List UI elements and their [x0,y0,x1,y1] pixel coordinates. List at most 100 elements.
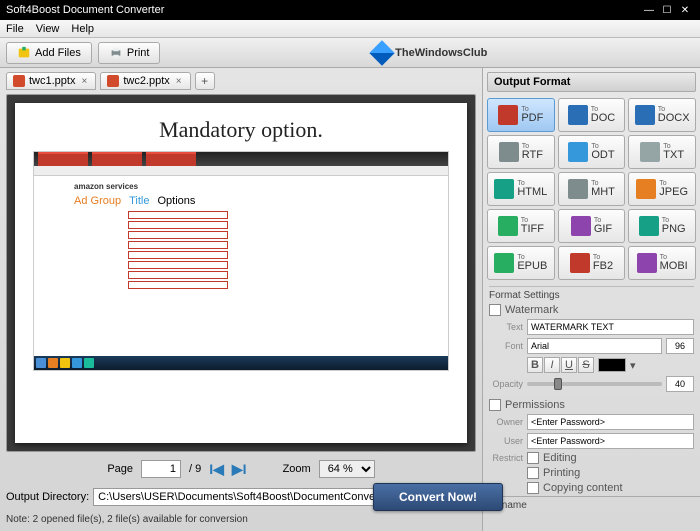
format-icon [637,253,657,273]
printing-label: Printing [543,467,580,479]
last-page-button[interactable]: ▶I [232,461,247,478]
restrict-label: Restrict [489,453,523,463]
zoom-select[interactable]: 64 % [319,460,375,478]
watermark-checkbox[interactable] [489,304,501,316]
print-icon [109,46,123,60]
format-jpeg-button[interactable]: ToJPEG [628,172,696,206]
bold-button[interactable]: B [527,357,543,373]
italic-button[interactable]: I [544,357,560,373]
format-odt-button[interactable]: ToODT [558,135,626,169]
format-icon [636,179,656,199]
format-icon [570,253,590,273]
editing-checkbox[interactable] [527,452,539,464]
watermark-size-input[interactable] [666,338,694,354]
watermark-label: Watermark [505,304,558,316]
format-icon [494,253,514,273]
menu-file[interactable]: File [6,23,24,35]
pager: Page / 9 I◀ ▶I Zoom 64 % [6,456,476,482]
permissions-checkbox[interactable] [489,399,501,411]
format-icon [498,105,518,125]
convert-button[interactable]: Convert Now! [373,483,503,511]
copying-checkbox[interactable] [527,482,539,494]
format-mht-button[interactable]: ToMHT [558,172,626,206]
close-tab-icon[interactable]: × [174,76,184,87]
user-password-input[interactable] [527,433,694,449]
close-button[interactable]: ✕ [676,3,694,17]
page-total: / 9 [189,463,201,475]
format-mobi-button[interactable]: ToMOBI [628,246,696,280]
opacity-value[interactable] [666,376,694,392]
watermark-font-input[interactable] [527,338,662,354]
printing-checkbox[interactable] [527,467,539,479]
brand-label: TheWindowsClub [166,44,694,62]
format-docx-button[interactable]: ToDOCX [628,98,696,132]
status-note: Note: 2 opened file(s), 2 file(s) availa… [6,512,476,527]
output-dir-input[interactable] [93,488,408,506]
owner-label: Owner [489,417,523,427]
right-pane: Output Format ToPDFToDOCToDOCX ToRTFToODT… [482,68,700,531]
format-fb2-button[interactable]: ToFB2 [558,246,626,280]
opacity-label: Opacity [489,379,523,389]
print-button[interactable]: Print [98,42,161,64]
add-files-button[interactable]: Add Files [6,42,92,64]
window-title: Soft4Boost Document Converter [6,4,640,16]
left-pane: twc1.pptx × twc2.pptx × + Mandatory opti… [0,68,482,531]
watermark-text-input[interactable] [527,319,694,335]
tab-doc-2[interactable]: twc2.pptx × [100,72,190,90]
format-png-button[interactable]: ToPNG [628,209,696,243]
maximize-button[interactable]: ☐ [658,3,676,17]
menu-help[interactable]: Help [71,23,94,35]
format-html-button[interactable]: ToHTML [487,172,555,206]
underline-button[interactable]: U [561,357,577,373]
brand-logo-icon [369,40,394,65]
format-icon [568,142,588,162]
format-epub-button[interactable]: ToEPUB [487,246,555,280]
format-icon [639,216,659,236]
format-icon [571,216,591,236]
add-tab-button[interactable]: + [195,72,215,90]
tab-doc-1[interactable]: twc1.pptx × [6,72,96,90]
output-dir-label: Output Directory: [6,491,89,503]
pptx-icon [107,75,119,87]
page-label: Page [107,463,133,475]
close-tab-icon[interactable]: × [79,76,89,87]
document-tabs: twc1.pptx × twc2.pptx × + [6,72,476,90]
format-tiff-button[interactable]: ToTIFF [487,209,555,243]
format-doc-button[interactable]: ToDOC [558,98,626,132]
preview-area: Mandatory option. amazon services Ad Gro… [6,94,476,452]
format-txt-button[interactable]: ToTXT [628,135,696,169]
output-format-header: Output Format [487,72,696,92]
add-files-icon [17,46,31,60]
format-icon [635,105,655,125]
format-icon [568,105,588,125]
user-label: User [489,436,523,446]
pptx-icon [13,75,25,87]
first-page-button[interactable]: I◀ [209,461,224,478]
format-settings-header: Format Settings [489,286,694,301]
color-dropdown-button[interactable]: ▾ [630,359,636,372]
font-color-swatch[interactable] [598,358,626,372]
page-input[interactable] [141,460,181,478]
opacity-slider[interactable] [527,382,662,386]
owner-password-input[interactable] [527,414,694,430]
format-rtf-button[interactable]: ToRTF [487,135,555,169]
rename-section[interactable]: Rename [483,496,700,514]
minimize-button[interactable]: — [640,3,658,17]
slide-screenshot: amazon services Ad Group Title Options [33,151,449,371]
format-icon [640,142,660,162]
copying-label: Copying content [543,482,623,494]
format-pdf-button[interactable]: ToPDF [487,98,555,132]
permissions-label: Permissions [505,399,565,411]
menu-bar: File View Help [0,20,700,38]
format-settings: Format Settings Watermark Text Font B I … [483,284,700,496]
watermark-font-label: Font [489,341,523,351]
slide-title: Mandatory option. [33,117,449,143]
watermark-text-label: Text [489,322,523,332]
format-gif-button[interactable]: ToGIF [558,209,626,243]
strike-button[interactable]: S [578,357,594,373]
menu-view[interactable]: View [36,23,60,35]
format-grid: ToPDFToDOCToDOCXToRTFToODTToTXTToHTMLToM… [483,94,700,284]
preview-page: Mandatory option. amazon services Ad Gro… [15,103,467,443]
editing-label: Editing [543,452,577,464]
format-icon [498,216,518,236]
